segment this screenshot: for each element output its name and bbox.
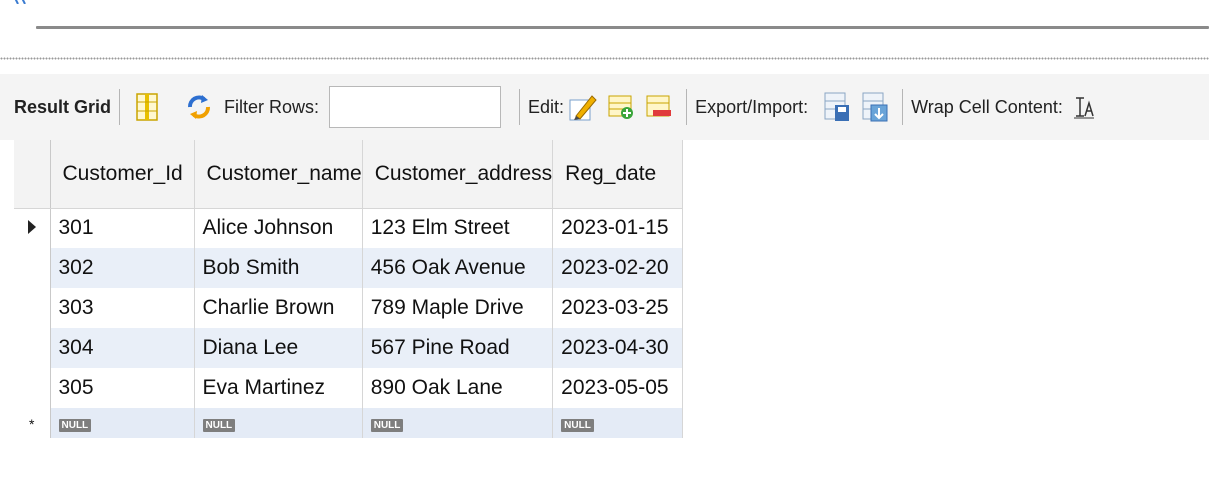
filter-icon[interactable] <box>184 90 214 124</box>
toolbar-separator <box>119 89 121 125</box>
table-cell[interactable]: NULL <box>552 408 684 438</box>
table-cell[interactable]: 2023-01-15 <box>552 208 684 248</box>
table-cell[interactable]: 567 Pine Road <box>362 328 554 368</box>
table-cell[interactable]: 2023-03-25 <box>552 288 684 328</box>
row-selector[interactable] <box>14 328 51 368</box>
import-icon[interactable] <box>860 90 890 124</box>
null-badge: NULL <box>561 419 594 432</box>
row-selector[interactable] <box>14 368 51 408</box>
table-cell[interactable]: 305 <box>50 368 195 408</box>
table-cell[interactable]: 890 Oak Lane <box>362 368 554 408</box>
table-cell[interactable]: NULL <box>194 408 363 438</box>
wrap-text-icon[interactable] <box>1069 90 1099 124</box>
wrap-cell-content-label: Wrap Cell Content: <box>911 96 1063 117</box>
table-cell[interactable]: 304 <box>50 328 195 368</box>
table-cell[interactable]: 2023-02-20 <box>552 248 684 288</box>
table-cell[interactable]: 303 <box>50 288 195 328</box>
table-cell[interactable]: Eva Martinez <box>194 368 363 408</box>
column-header-customer-id[interactable]: Customer_Id <box>50 140 195 209</box>
row-selector[interactable] <box>14 208 51 248</box>
toolbar-separator <box>902 89 904 125</box>
table-cell[interactable]: 123 Elm Street <box>362 208 554 248</box>
result-grid-table: Customer_Id Customer_name Customer_addre… <box>14 140 684 438</box>
toolbar-separator <box>686 89 688 125</box>
editor-area-remnant <box>0 0 1209 61</box>
export-icon[interactable] <box>822 90 852 124</box>
edit-label: Edit: <box>528 96 565 117</box>
result-grid-tab[interactable]: Result Grid <box>14 97 111 118</box>
filter-rows-label: Filter Rows: <box>224 96 320 117</box>
editor-marker-icon <box>14 0 26 4</box>
export-import-label: Export/Import: <box>695 96 809 117</box>
table-cell[interactable]: Bob Smith <box>194 248 363 288</box>
toolbar-separator <box>519 89 521 125</box>
horizontal-scrollbar[interactable] <box>36 26 1209 29</box>
table-cell[interactable]: 2023-04-30 <box>552 328 684 368</box>
row-selector[interactable] <box>14 288 51 328</box>
column-header-customer-name[interactable]: Customer_name <box>194 140 363 209</box>
table-cell[interactable]: Charlie Brown <box>194 288 363 328</box>
table-row[interactable]: 305 Eva Martinez 890 Oak Lane 2023-05-05 <box>14 368 684 408</box>
new-row-marker-icon: * <box>29 416 35 432</box>
delete-row-icon[interactable] <box>644 90 674 124</box>
row-header-corner[interactable] <box>14 140 51 209</box>
current-row-arrow-icon <box>27 220 36 235</box>
panel-splitter[interactable] <box>0 56 1209 61</box>
null-badge: NULL <box>370 419 404 432</box>
table-cell[interactable]: 302 <box>50 248 195 288</box>
result-toolbar: Result Grid Filter Rows: Edit: Export/Im… <box>0 74 1209 140</box>
table-cell[interactable]: 2023-05-05 <box>552 368 684 408</box>
table-cell[interactable]: Alice Johnson <box>194 208 363 248</box>
new-row[interactable]: * NULL NULL NULL NULL <box>14 408 684 438</box>
form-editor-icon[interactable] <box>132 90 162 124</box>
row-selector[interactable] <box>14 248 51 288</box>
table-cell[interactable]: Diana Lee <box>194 328 363 368</box>
table-row[interactable]: 301 Alice Johnson 123 Elm Street 2023-01… <box>14 208 684 248</box>
column-header-customer-address[interactable]: Customer_address <box>362 140 554 209</box>
table-header-row: Customer_Id Customer_name Customer_addre… <box>14 140 684 209</box>
row-selector[interactable]: * <box>14 408 51 438</box>
table-cell[interactable]: 301 <box>50 208 195 248</box>
table-cell[interactable]: 456 Oak Avenue <box>362 248 554 288</box>
add-row-icon[interactable] <box>606 90 636 124</box>
table-cell[interactable]: NULL <box>362 408 554 438</box>
edit-pencil-icon[interactable] <box>568 90 598 124</box>
table-cell[interactable]: NULL <box>50 408 195 438</box>
column-header-reg-date[interactable]: Reg_date <box>552 140 684 209</box>
table-row[interactable]: 304 Diana Lee 567 Pine Road 2023-04-30 <box>14 328 684 368</box>
table-row[interactable]: 303 Charlie Brown 789 Maple Drive 2023-0… <box>14 288 684 328</box>
null-badge: NULL <box>58 419 92 432</box>
table-row[interactable]: 302 Bob Smith 456 Oak Avenue 2023-02-20 <box>14 248 684 288</box>
filter-rows-input[interactable] <box>329 86 502 128</box>
null-badge: NULL <box>202 419 236 432</box>
table-cell[interactable]: 789 Maple Drive <box>362 288 554 328</box>
